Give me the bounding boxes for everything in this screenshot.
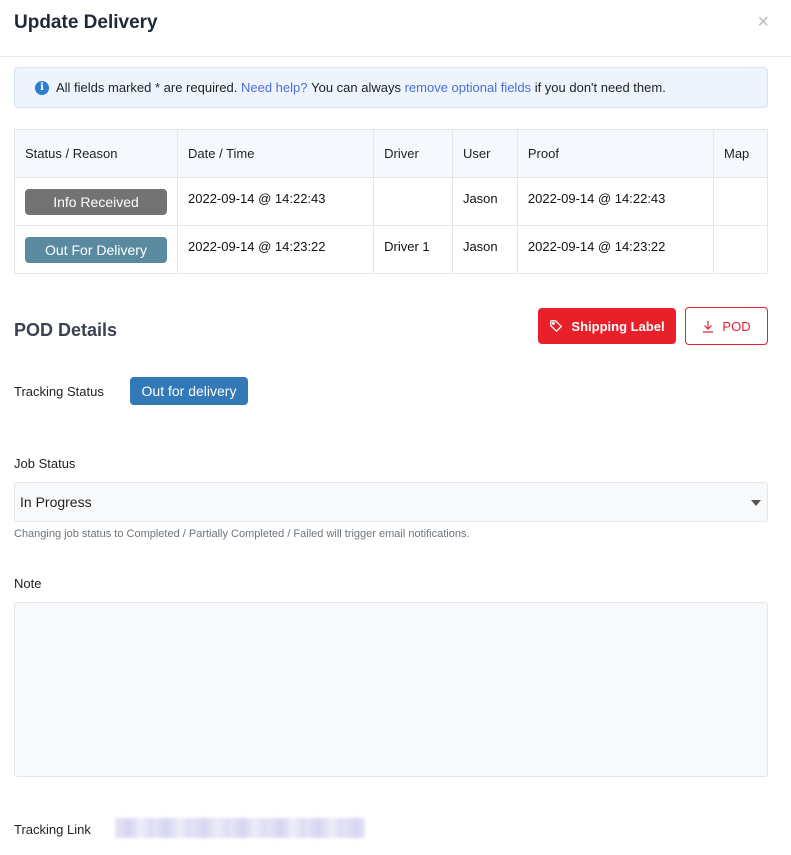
column-header-user: User (451, 129, 518, 178)
datetime-cell: 2022-09-14 @ 14:22:43 (176, 177, 375, 226)
table-row: Info Received 2022-09-14 @ 14:22:43 Jaso… (14, 177, 768, 226)
banner-text-middle: You can always (311, 80, 401, 95)
status-history-table: Status / Reason Date / Time Driver User … (14, 129, 768, 274)
shipping-label-text: Shipping Label (571, 318, 665, 334)
banner-text-before: All fields marked * are required. (56, 80, 238, 95)
shipping-label-button[interactable]: Shipping Label (538, 308, 676, 344)
info-icon: i (35, 80, 49, 95)
user-cell: Jason (451, 225, 518, 274)
map-cell (713, 225, 768, 274)
banner-text-after: if you don't need them. (534, 80, 666, 95)
driver-cell: Driver 1 (373, 225, 453, 274)
info-banner: i All fields marked * are required. Need… (14, 67, 768, 108)
pod-details-title: POD Details (14, 320, 118, 340)
pod-button-text: POD (722, 318, 751, 334)
job-status-select[interactable]: In Progress (14, 482, 768, 522)
datetime-cell: 2022-09-14 @ 14:23:22 (176, 225, 375, 274)
tracking-link-label: Tracking Link (14, 822, 91, 837)
modal-header: Update Delivery × (0, 0, 791, 57)
table-row: Out For Delivery 2022-09-14 @ 14:23:22 D… (14, 225, 768, 274)
proof-cell: 2022-09-14 @ 14:23:22 (516, 225, 715, 274)
job-status-label: Job Status (14, 456, 76, 471)
user-cell: Jason (451, 177, 518, 226)
tag-icon (549, 319, 563, 333)
job-status-value: In Progress (20, 494, 92, 510)
column-header-driver: Driver (373, 129, 453, 178)
map-cell (713, 177, 768, 226)
column-header-status: Status / Reason (14, 129, 178, 178)
proof-cell: 2022-09-14 @ 14:22:43 (516, 177, 715, 226)
status-badge: Info Received (25, 188, 167, 215)
remove-optional-fields-link[interactable]: remove optional fields (405, 80, 531, 95)
caret-down-icon (751, 500, 761, 506)
table-header-row: Status / Reason Date / Time Driver User … (14, 129, 768, 178)
need-help-link[interactable]: Need help? (241, 80, 308, 95)
modal-title: Update Delivery (14, 12, 158, 33)
status-cell: Info Received (14, 177, 178, 226)
job-status-help-text: Changing job status to Completed / Parti… (14, 528, 470, 540)
column-header-map: Map (713, 129, 768, 178)
status-badge: Out For Delivery (25, 236, 167, 263)
note-label: Note (14, 576, 42, 591)
tracking-link-redacted[interactable] (115, 818, 365, 838)
pod-download-button[interactable]: POD (685, 307, 768, 345)
download-icon (702, 320, 714, 333)
note-textarea[interactable] (14, 602, 768, 777)
column-header-proof: Proof (516, 129, 715, 178)
close-icon[interactable]: × (757, 12, 769, 32)
status-cell: Out For Delivery (14, 225, 178, 274)
driver-cell (373, 177, 453, 226)
tracking-status-badge: Out for delivery (130, 377, 248, 405)
column-header-datetime: Date / Time (176, 129, 375, 178)
tracking-status-label: Tracking Status (14, 384, 104, 399)
